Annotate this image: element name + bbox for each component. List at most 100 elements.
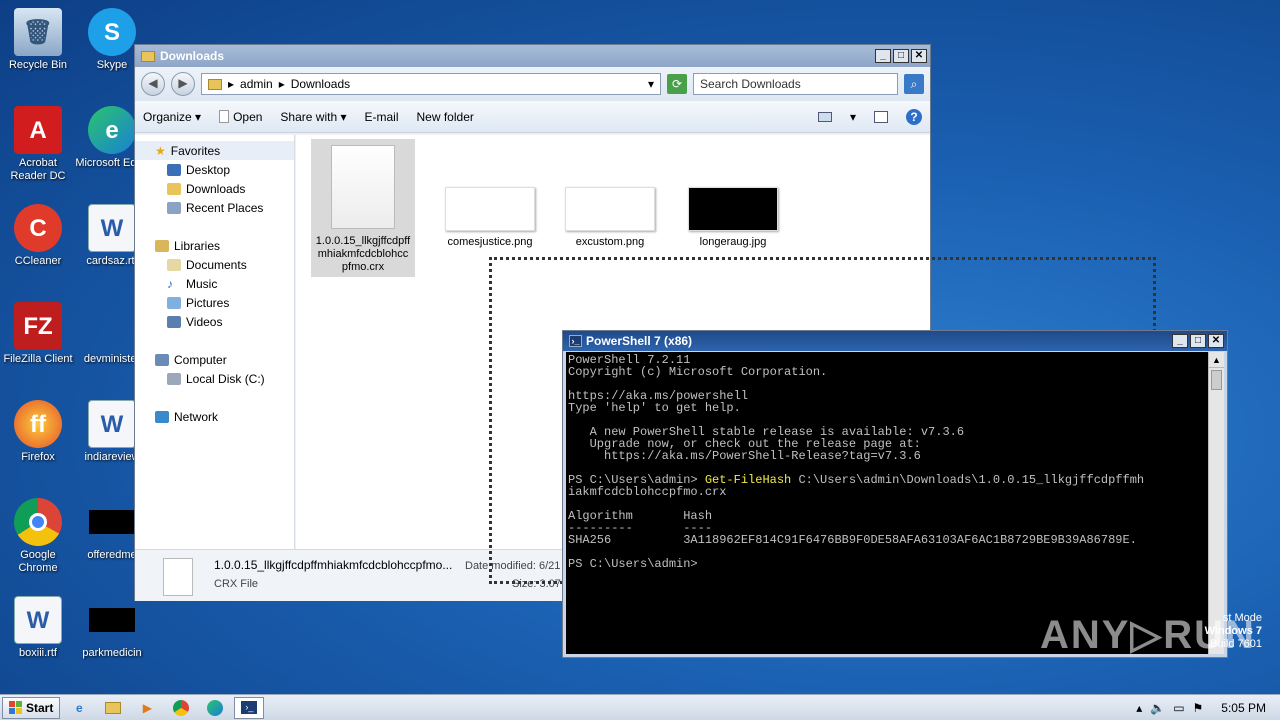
forward-button[interactable]: ▶ [171,72,195,96]
file-name: longeraug.jpg [699,236,767,248]
nav-libraries[interactable]: Libraries [135,236,294,255]
breadcrumb-downloads[interactable]: Downloads [291,77,350,91]
nav-local-disk[interactable]: Local Disk (C:) [135,369,294,388]
new-folder-button[interactable]: New folder [417,110,474,124]
watermark-line: st Mode [1222,612,1262,624]
search-input[interactable]: Search Downloads [693,73,898,95]
breadcrumb-separator: ▸ [278,77,285,91]
watermark-line: Build 7601 [1210,638,1262,650]
taskbar-edge-icon[interactable] [200,697,230,719]
file-item-longeraug[interactable]: longeraug.jpg [681,187,785,248]
scroll-thumb[interactable] [1211,370,1222,390]
desktop-icon-ccleaner[interactable]: C CCleaner [0,204,76,268]
file-item-crx[interactable]: 1.0.0.15_llkgjffcdpffmhiakmfcdcblohccpfm… [311,139,415,277]
network-icon [155,410,169,423]
nav-documents[interactable]: Documents [135,255,294,274]
maximize-button[interactable]: □ [893,49,909,63]
edge-icon: e [88,106,136,154]
view-options-icon[interactable] [817,111,832,122]
taskbar-media-player-icon[interactable]: ▶ [132,697,162,719]
black-image-icon [88,596,136,644]
taskbar-powershell-icon[interactable]: ›_ [234,696,265,719]
nav-downloads[interactable]: Downloads [135,179,294,198]
desktop-icon-chrome[interactable]: Google Chrome [0,498,76,575]
nav-videos[interactable]: Videos [135,312,294,331]
clock[interactable]: 5:05 PM [1221,701,1266,715]
search-icon[interactable]: ⌕ [904,74,924,94]
details-size: Size: 3.07 [512,578,561,590]
word-document-icon: W [14,596,62,644]
close-button[interactable]: ✕ [911,49,927,63]
folder-icon [208,78,222,90]
volume-icon[interactable]: 🔈 [1150,701,1165,715]
powershell-titlebar[interactable]: ›_ PowerShell 7 (x86) _ □ ✕ [563,331,1227,351]
file-item-excustom[interactable]: excustom.png [558,187,662,248]
nav-music[interactable]: ♪ Music [135,274,294,293]
desktop-icon-firefox[interactable]: ff Firefox [0,400,76,464]
network-tray-icon[interactable]: ▭ [1173,701,1184,715]
desktop-icon-recycle-bin[interactable]: 🗑 Recycle Bin [0,8,76,72]
videos-icon [167,315,181,328]
console-line: Copyright (c) Microsoft Corporation. [568,365,828,379]
word-document-icon: W [88,204,136,252]
file-name: excustom.png [575,236,645,248]
firefox-icon: ff [14,400,62,448]
desktop-icon [167,163,181,176]
console-output[interactable]: PowerShell 7.2.11 Copyright (c) Microsoft… [566,352,1210,654]
system-tray: ▴ 🔈 ▭ ⚑ 5:05 PM [1136,701,1280,715]
taskbar-explorer-icon[interactable] [98,697,128,719]
chevron-down-icon[interactable]: ▾ [648,77,654,91]
nav-recent-places[interactable]: Recent Places [135,198,294,217]
chevron-down-icon[interactable]: ▾ [850,110,856,124]
flag-icon[interactable]: ⚑ [1193,701,1204,715]
minimize-button[interactable]: _ [875,49,891,63]
explorer-titlebar[interactable]: Downloads _ □ ✕ [135,45,930,67]
open-button[interactable]: Open [219,110,262,124]
music-icon: ♪ [167,276,173,291]
close-button[interactable]: ✕ [1208,334,1224,348]
preview-pane-icon[interactable] [874,110,888,123]
powershell-window[interactable]: ›_ PowerShell 7 (x86) _ □ ✕ PowerShell 7… [562,330,1228,658]
nav-computer[interactable]: Computer [135,350,294,369]
refresh-button[interactable]: ⟳ [667,74,687,94]
back-button[interactable]: ◀ [141,72,165,96]
downloads-folder-icon [167,182,181,195]
file-item-comesjustice[interactable]: comesjustice.png [438,187,542,248]
nav-favorites[interactable]: ★ Favorites [135,141,294,160]
file-name: 1.0.0.15_llkgjffcdpffmhiakmfcdcblohccpfm… [315,235,411,273]
desktop-icon-filezilla[interactable]: FZ FileZilla Client [0,302,76,366]
scrollbar[interactable]: ▲ [1208,352,1224,654]
help-icon[interactable]: ? [906,108,922,125]
desktop-icon-acrobat[interactable]: A Acrobat Reader DC [0,106,76,183]
nav-pictures[interactable]: Pictures [135,293,294,312]
address-bar-row: ◀ ▶ ▸ admin ▸ Downloads ▾ ⟳ Search Downl… [135,67,930,101]
taskbar-chrome-icon[interactable] [166,697,196,719]
console-line: SHA256 3A118962EF814C91F6476BB9F0DE58AFA… [568,533,1137,547]
word-document-icon: W [88,400,136,448]
email-button[interactable]: E-mail [364,110,398,124]
folder-icon [141,50,155,62]
navigation-pane: ★ Favorites Desktop Downloads Recent Plac… [135,135,295,549]
desktop-icon-parkmedicin[interactable]: parkmedicin [74,596,150,660]
black-image-icon [88,498,136,546]
share-with-button[interactable]: Share with ▾ [280,110,346,124]
breadcrumb-admin[interactable]: admin [240,77,273,91]
desktop-icon-label: Firefox [21,451,55,463]
file-name: comesjustice.png [447,236,533,248]
tray-expand-icon[interactable]: ▴ [1136,701,1142,715]
recent-places-icon [167,201,181,214]
taskbar-ie-icon[interactable]: e [64,697,94,719]
nav-network[interactable]: Network [135,407,294,426]
desktop-icon-label: boxiii.rtf [19,647,57,659]
scroll-up-button[interactable]: ▲ [1209,352,1224,368]
minimize-button[interactable]: _ [1172,334,1188,348]
pictures-icon [167,296,181,309]
ccleaner-icon: C [14,204,62,252]
start-button[interactable]: Start [2,696,61,719]
desktop-icon-boxiii[interactable]: W boxiii.rtf [0,596,76,660]
organize-button[interactable]: Organize ▾ [143,110,201,124]
image-thumbnail [445,187,535,231]
maximize-button[interactable]: □ [1190,334,1206,348]
nav-desktop[interactable]: Desktop [135,160,294,179]
address-field[interactable]: ▸ admin ▸ Downloads ▾ [201,73,661,95]
